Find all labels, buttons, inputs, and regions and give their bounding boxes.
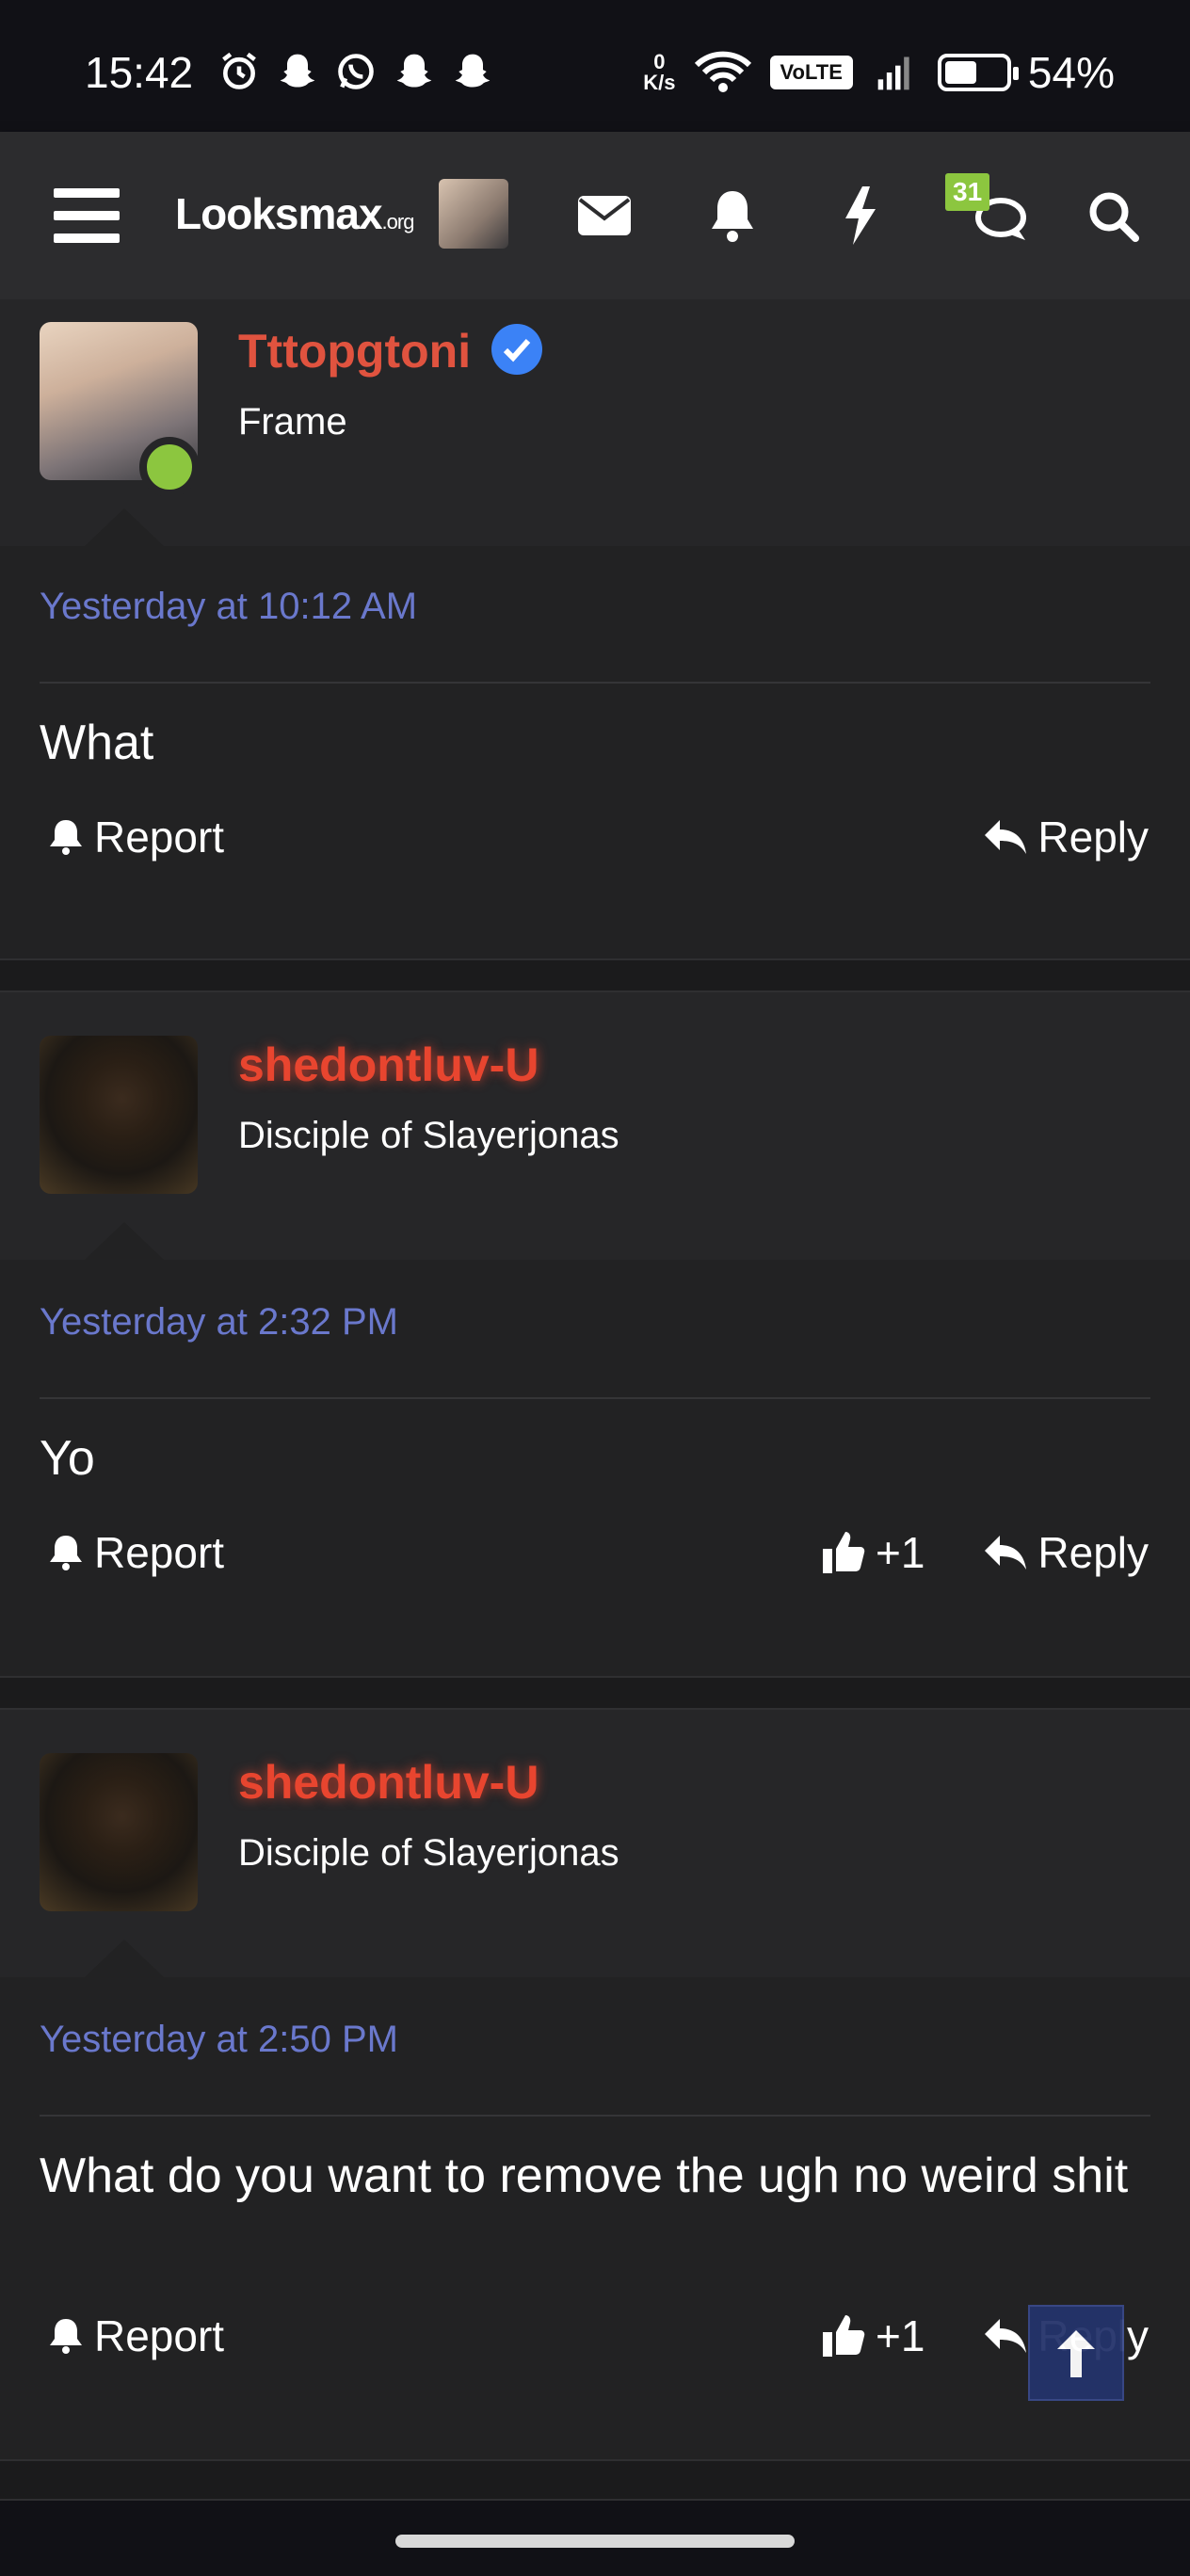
battery-percent: 54% (1027, 48, 1115, 97)
post-date[interactable]: Yesterday at 10:12 AM (40, 586, 417, 628)
reply-arrow-icon (985, 2319, 1027, 2353)
post: shedontluv-U Disciple of Slayerjonas Yes… (0, 1710, 1190, 2459)
user-title: Frame (238, 401, 347, 443)
alarm-icon (222, 52, 256, 89)
post-body: Yesterday at 2:32 PM Yo Report +1 Reply (0, 1260, 1190, 1676)
site-logo[interactable]: Looksmax.org (175, 188, 414, 239)
post-separator (0, 958, 1190, 992)
menu-button[interactable] (47, 173, 126, 258)
status-bar: 15:42 0 K/s VoLTE 54% (0, 0, 1190, 132)
report-button[interactable]: Report (47, 2310, 224, 2361)
snapchat-icon-2 (396, 54, 432, 88)
search-button[interactable] (1073, 173, 1152, 258)
divider (40, 2115, 1150, 2117)
snapchat-icon (280, 54, 315, 88)
battery-icon (937, 54, 1019, 91)
user-title: Disciple of Slayerjonas (238, 1115, 619, 1156)
bell-icon (712, 191, 753, 242)
divider (40, 682, 1150, 684)
volte-badge: VoLTE (769, 56, 853, 89)
post-separator (0, 2459, 1190, 2501)
username[interactable]: shedontluv-U (238, 1755, 539, 1810)
report-button[interactable]: Report (47, 1527, 224, 1578)
verified-icon (491, 323, 543, 375)
signal-icon (877, 56, 909, 90)
like-button[interactable]: +1 (821, 1527, 925, 1578)
post-separator (0, 1676, 1190, 1710)
like-button[interactable]: +1 (821, 2310, 925, 2361)
post-date[interactable]: Yesterday at 2:50 PM (40, 2019, 398, 2061)
whats-new-button[interactable] (821, 173, 900, 258)
arrow-up-icon (1057, 2330, 1095, 2377)
avatar[interactable] (40, 1753, 198, 1911)
post-header: shedontluv-U Disciple of Slayerjonas (0, 1710, 1190, 1977)
header-pointer (85, 1222, 164, 1260)
avatar[interactable] (40, 1036, 198, 1194)
hamburger-icon (54, 188, 120, 243)
username[interactable]: Tttopgtoni (238, 323, 543, 380)
network-speed: 0 K/s (643, 50, 676, 94)
post-message: What (40, 716, 154, 770)
reply-arrow-icon (985, 1536, 1027, 1570)
account-avatar[interactable] (439, 179, 508, 249)
post-date[interactable]: Yesterday at 2:32 PM (40, 1301, 398, 1344)
bell-icon (50, 1536, 82, 1570)
bell-icon (50, 2319, 82, 2354)
notification-icons (218, 51, 493, 92)
post-body: Yesterday at 10:12 AM What Report Reply (0, 546, 1190, 958)
home-indicator[interactable] (395, 2535, 795, 2548)
username[interactable]: shedontluv-U (238, 1038, 539, 1092)
chat-badge: 31 (945, 173, 990, 211)
alerts-button[interactable] (693, 173, 772, 258)
thumbs-up-icon (823, 2315, 865, 2357)
top-navigation: Looksmax.org (0, 132, 1190, 299)
post: Tttopgtoni Frame Yesterday at 10:12 AM W… (0, 299, 1190, 958)
scroll-to-top-button[interactable] (1028, 2305, 1124, 2401)
system-status: 0 K/s VoLTE 54% (643, 47, 1115, 98)
wifi-icon (694, 51, 751, 92)
reply-button[interactable]: Reply (983, 1527, 1149, 1578)
header-pointer (85, 1940, 164, 1977)
status-time: 15:42 (85, 48, 194, 97)
messages-button[interactable] (565, 173, 644, 258)
user-title: Disciple of Slayerjonas (238, 1832, 619, 1874)
post: shedontluv-U Disciple of Slayerjonas Yes… (0, 992, 1190, 1676)
bell-icon (50, 820, 82, 855)
lightning-icon (845, 186, 876, 245)
post-message: What do you want to remove the ugh no we… (40, 2149, 1129, 2203)
post-header: shedontluv-U Disciple of Slayerjonas (0, 992, 1190, 1260)
post-header: Tttopgtoni Frame (0, 299, 1190, 546)
post-body: Yesterday at 2:50 PM What do you want to… (0, 1977, 1190, 2459)
report-button[interactable]: Report (47, 812, 224, 862)
reply-arrow-icon (985, 820, 1027, 854)
snapchat-icon-3 (455, 54, 490, 88)
online-status-dot (139, 437, 200, 497)
divider (40, 1397, 1150, 1399)
post-message: Yo (40, 1431, 95, 1486)
search-icon (1089, 192, 1139, 242)
whatsapp-icon (338, 54, 374, 89)
header-pointer (85, 508, 164, 546)
reply-button[interactable]: Reply (983, 812, 1149, 862)
envelope-icon (578, 196, 631, 235)
thumbs-up-icon (823, 1532, 865, 1573)
